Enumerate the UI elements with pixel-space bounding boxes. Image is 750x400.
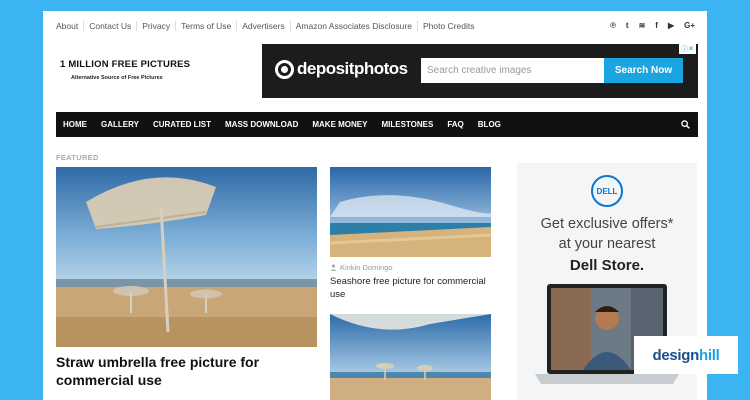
- nav-curated-list[interactable]: CURATED LIST: [146, 120, 218, 129]
- ad-headline-line1: Get exclusive offers*: [540, 216, 674, 232]
- top-link-advertisers[interactable]: Advertisers: [236, 21, 290, 31]
- designhill-watermark: design hill: [634, 336, 738, 374]
- nav-gallery[interactable]: GALLERY: [94, 120, 146, 129]
- straw-umbrella-photo[interactable]: [56, 167, 317, 347]
- watermark-part1: design: [652, 346, 700, 364]
- ad-search-button[interactable]: Search Now: [604, 58, 683, 83]
- depositphotos-ad-banner[interactable]: depositphotos Search Now ⓘ✕: [262, 44, 698, 98]
- top-link-about[interactable]: About: [56, 21, 83, 31]
- depositphotos-brand: depositphotos: [297, 59, 408, 78]
- social-icons: ℗ t ≋ f ▶ G+: [610, 21, 695, 31]
- nav-make-money[interactable]: MAKE MONEY: [305, 120, 374, 129]
- watermark-part2: hill: [699, 346, 720, 364]
- ad-search-input[interactable]: [421, 58, 604, 83]
- post-author[interactable]: Kinkin Domingo: [330, 263, 393, 272]
- main-nav: HOME GALLERY CURATED LIST MASS DOWNLOAD …: [56, 112, 698, 137]
- featured-label: FEATURED: [56, 153, 99, 162]
- google-plus-icon[interactable]: G+: [684, 21, 695, 31]
- seashore-photo[interactable]: [330, 167, 491, 257]
- main-post-title[interactable]: Straw umbrella free picture for commerci…: [56, 353, 317, 389]
- pinterest-icon[interactable]: ℗: [610, 21, 616, 31]
- youtube-icon[interactable]: ▶: [668, 21, 674, 31]
- author-name: Kinkin Domingo: [340, 263, 393, 272]
- tumblr-icon[interactable]: t: [626, 21, 629, 31]
- top-link-contact[interactable]: Contact Us: [83, 21, 136, 31]
- depositphotos-logo-icon: [275, 60, 294, 79]
- top-link-privacy[interactable]: Privacy: [136, 21, 175, 31]
- side-post-title[interactable]: Seashore free picture for commercial use: [330, 276, 491, 301]
- nav-faq[interactable]: FAQ: [440, 120, 470, 129]
- facebook-icon[interactable]: f: [655, 21, 658, 31]
- nav-home[interactable]: HOME: [56, 120, 94, 129]
- search-icon[interactable]: [681, 120, 690, 129]
- ad-headline-line3: Dell Store.: [569, 257, 645, 274]
- site-logo[interactable]: 1 MILLION FREE PICTURES Alternative Sour…: [60, 59, 190, 81]
- rss-icon[interactable]: ≋: [639, 21, 646, 31]
- ad-choices-icon[interactable]: ⓘ✕: [679, 44, 696, 54]
- ad-headline-line2: at your nearest: [558, 236, 656, 252]
- site-tagline: Alternative Source of Free Pictures: [71, 75, 163, 81]
- nav-milestones[interactable]: MILESTONES: [374, 120, 440, 129]
- user-icon: [330, 264, 337, 271]
- beach-umbrellas-photo[interactable]: [330, 314, 491, 400]
- nav-mass-download[interactable]: MASS DOWNLOAD: [218, 120, 305, 129]
- web-page: About Contact Us Privacy Terms of Use Ad…: [43, 11, 707, 400]
- dell-logo: DELL: [591, 175, 623, 207]
- site-title: 1 MILLION FREE PICTURES: [60, 59, 191, 70]
- top-links-nav: About Contact Us Privacy Terms of Use Ad…: [56, 21, 479, 31]
- top-link-terms[interactable]: Terms of Use: [175, 21, 236, 31]
- nav-blog[interactable]: BLOG: [471, 120, 508, 129]
- top-link-amazon-disclosure[interactable]: Amazon Associates Disclosure: [289, 21, 417, 31]
- top-link-photo-credits[interactable]: Photo Credits: [416, 21, 480, 31]
